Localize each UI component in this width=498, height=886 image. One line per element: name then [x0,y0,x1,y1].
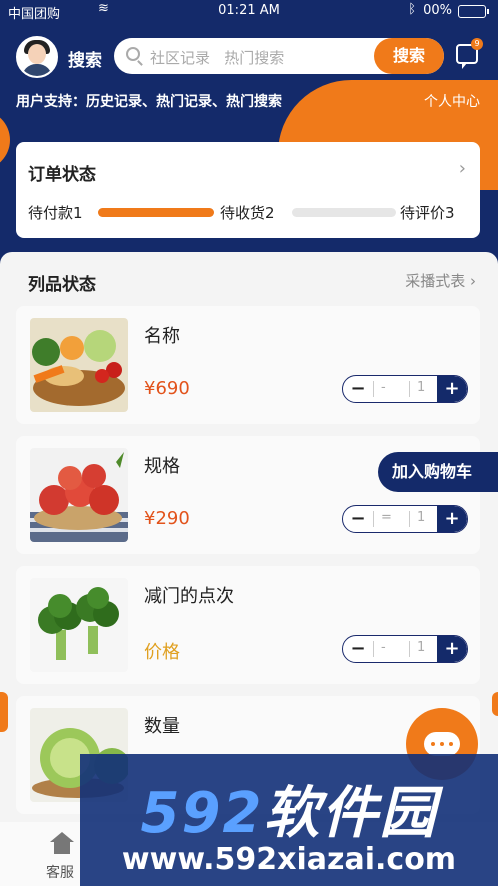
product-name: 减门的点次 [144,586,234,607]
order-progress-track [98,208,214,217]
order-step-pending-review[interactable]: 待评价3 [400,202,455,223]
decrement-button[interactable]: − [343,376,373,402]
product-image-vegetables [30,318,128,412]
search-input[interactable]: 社区记录 热门搜索 搜索 [114,38,444,74]
stepper-placeholder: - [381,380,386,395]
stepper-divider [409,511,410,527]
watermark-url: www.592xiazai.com [121,842,457,877]
stepper-divider [373,381,374,397]
side-tab[interactable] [492,692,498,716]
stepper-divider [373,641,374,657]
order-progress-track [292,208,396,217]
order-status-title: 订单状态 [28,165,96,185]
order-progress-fill [98,208,214,217]
status-bar: 中国团购 ≋ 01:21 AM ᛒ 00% [0,0,498,22]
quantity-value[interactable]: 1 [417,640,425,655]
chevron-right-icon[interactable]: › [459,158,466,179]
add-to-cart-button[interactable]: 加入购物车 [378,452,498,492]
search-icon [126,47,140,61]
nav-item-service[interactable]: 客服 [46,862,74,882]
home-icon[interactable] [50,832,74,854]
stepper-placeholder: = [381,510,392,525]
watermark-overlay: 592软件园 www.592xiazai.com [80,754,498,886]
decrement-button[interactable]: − [343,636,373,662]
orange-decoration-left [0,110,10,170]
product-price: 价格 [144,642,180,663]
increment-button[interactable]: + [437,376,467,402]
increment-button[interactable]: + [437,506,467,532]
support-text: 用户支持：历史记录、热门记录、热门搜索 [16,94,282,110]
product-name: 规格 [144,456,180,477]
product-card[interactable]: 名称 ¥690 − - 1 + [16,306,480,424]
avatar-face [28,44,46,64]
order-step-pending-receipt[interactable]: 待收货2 [220,202,275,223]
product-price: ¥690 [144,378,190,399]
search-button[interactable]: 搜索 [374,38,444,74]
quantity-value[interactable]: 1 [417,510,425,525]
chat-bubble-icon [424,732,460,756]
message-badge: 9 [471,38,483,50]
product-list-title: 列品状态 [28,275,96,295]
stepper-divider [409,641,410,657]
order-step-pending-payment[interactable]: 待付款1 [28,202,83,223]
bluetooth-icon: ᛒ [408,2,416,17]
stepper-divider [409,381,410,397]
watermark-brand: 592软件园 [80,768,498,849]
avatar-body [22,64,52,76]
quantity-value[interactable]: 1 [417,380,425,395]
quantity-stepper[interactable]: − - 1 + [342,635,468,663]
side-tab[interactable] [0,692,8,732]
stepper-placeholder: - [381,640,386,655]
avatar[interactable] [16,36,58,78]
product-name: 名称 [144,326,180,347]
search-label: 搜索 [68,51,102,71]
product-image-broccoli [30,578,128,672]
watermark-brand-number: 592 [140,781,264,846]
product-card[interactable]: 减门的点次 价格 − - 1 + [16,566,480,684]
product-image-apples [30,448,128,542]
stepper-divider [373,511,374,527]
decrement-button[interactable]: − [343,506,373,532]
personal-center-link[interactable]: 个人中心 [424,91,480,111]
order-status-card: 订单状态 › 待付款1 待收货2 待评价3 [16,142,480,238]
battery-icon [458,5,489,18]
product-name: 数量 [144,716,180,737]
search-placeholder: 社区记录 热门搜索 [150,49,285,67]
product-list-more-link[interactable]: 采播式表 › [405,270,476,291]
quantity-stepper[interactable]: − - 1 + [342,375,468,403]
product-price: ¥290 [144,508,190,529]
battery-percent: 00% [423,3,452,18]
quantity-stepper[interactable]: − = 1 + [342,505,468,533]
increment-button[interactable]: + [437,636,467,662]
watermark-brand-text: 软件园 [263,781,438,846]
